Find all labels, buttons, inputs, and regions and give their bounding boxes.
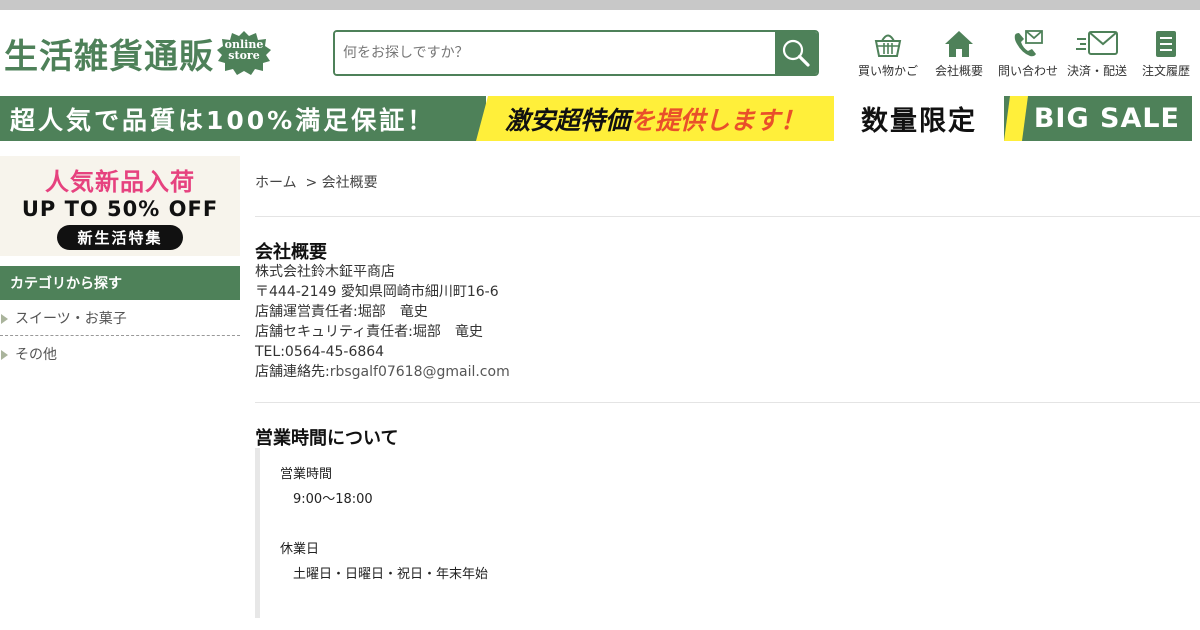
online-store-badge: online store — [216, 30, 272, 76]
promo-title: 人気新品入荷 — [45, 168, 195, 196]
top-strip — [0, 0, 1200, 10]
company-name: 株式会社鈴木鉦平商店 — [255, 264, 395, 280]
hours-label: 営業時間 — [280, 467, 333, 482]
search-button[interactable] — [775, 32, 817, 74]
promo-pill: 新生活特集 — [57, 225, 183, 250]
banner-big-sale: BIG SALE — [1004, 96, 1192, 141]
breadcrumb[interactable]: ホーム > 会社概要 — [255, 172, 378, 192]
nav-payment-label: 決済・配送 — [1066, 64, 1127, 78]
banner-quality: 超人気で品質は100%満足保証！ — [0, 96, 486, 141]
hours-value: 9:00～18:00 — [293, 492, 373, 507]
company-tel: TEL:0564-45-6864 — [255, 344, 385, 360]
divider — [255, 216, 1200, 217]
holiday-value: 土曜日・日曜日・祝日・年末年始 — [293, 567, 489, 582]
company-info: 株式会社鈴木鉦平商店 〒444-2149 愛知県岡崎市細川町16-6 店舗運営責… — [255, 262, 510, 382]
store-manager: 店舗運営責任者:堀部 竜史 — [255, 304, 428, 320]
hours-title: 営業時間について — [255, 428, 399, 449]
promo-banner[interactable]: 人気新品入荷 UP TO 50% OFF 新生活特集 — [0, 156, 240, 256]
banner-price-b: を提供します！ — [630, 105, 806, 135]
nav-history[interactable]: 注文履歴 — [1140, 28, 1192, 79]
nav-payment[interactable]: 決済・配送 — [1066, 28, 1128, 79]
delivery-mail-icon — [1076, 31, 1118, 55]
nav-contact[interactable]: 問い合わせ — [997, 28, 1059, 79]
category-item-label: その他 — [15, 347, 57, 363]
banner-limited: 数量限定 — [834, 96, 1004, 141]
triangle-bullet-icon — [1, 314, 8, 324]
category-heading: カテゴリから探す — [0, 266, 240, 300]
contact-label: 店舗連絡先: — [255, 364, 330, 380]
nav-cart[interactable]: 買い物かご — [858, 28, 919, 79]
category-item-label: スイーツ・お菓子 — [15, 310, 127, 327]
category-item-sweets[interactable]: スイーツ・お菓子 — [0, 300, 240, 336]
document-icon — [1156, 31, 1176, 57]
basket-icon — [874, 34, 902, 57]
holiday-label: 休業日 — [280, 542, 320, 557]
promo-discount: UP TO 50% OFF — [21, 197, 219, 221]
security-manager: 店舗セキュリティ責任者:堀部 竜史 — [255, 324, 483, 340]
company-address: 〒444-2149 愛知県岡崎市細川町16-6 — [255, 284, 499, 300]
category-item-other[interactable]: その他 — [0, 336, 240, 372]
site-logo[interactable]: 生活雑貨通販 online store — [4, 28, 272, 78]
banner-price-a: 激安超特価 — [504, 105, 630, 135]
badge-line2: store — [228, 49, 260, 62]
sale-banner[interactable]: 超人気で品質は100%満足保証！ 激安超特価 を提供します！ 数量限定 BIG S… — [0, 96, 1200, 141]
logo-text: 生活雑貨通販 — [4, 36, 214, 77]
hours-box: 営業時間 9:00～18:00 休業日 土曜日・日曜日・祝日・年末年始 — [255, 448, 1200, 618]
nav-company-label: 会社概要 — [934, 64, 983, 78]
search-input[interactable] — [335, 32, 775, 74]
contact-email[interactable]: rbsgalf07618@gmail.com — [330, 364, 510, 380]
home-icon — [945, 31, 973, 57]
triangle-bullet-icon — [1, 350, 8, 360]
nav-history-label: 注文履歴 — [1141, 64, 1190, 78]
nav-cart-label: 買い物かご — [858, 64, 919, 78]
search-icon — [782, 39, 810, 67]
company-title: 会社概要 — [255, 242, 327, 263]
phone-mail-icon — [1014, 30, 1043, 57]
divider — [255, 402, 1200, 403]
search-bar — [333, 30, 819, 76]
nav-contact-label: 問い合わせ — [997, 64, 1058, 78]
banner-price: 激安超特価 を提供します！ — [476, 96, 834, 141]
nav-company[interactable]: 会社概要 — [934, 28, 984, 79]
